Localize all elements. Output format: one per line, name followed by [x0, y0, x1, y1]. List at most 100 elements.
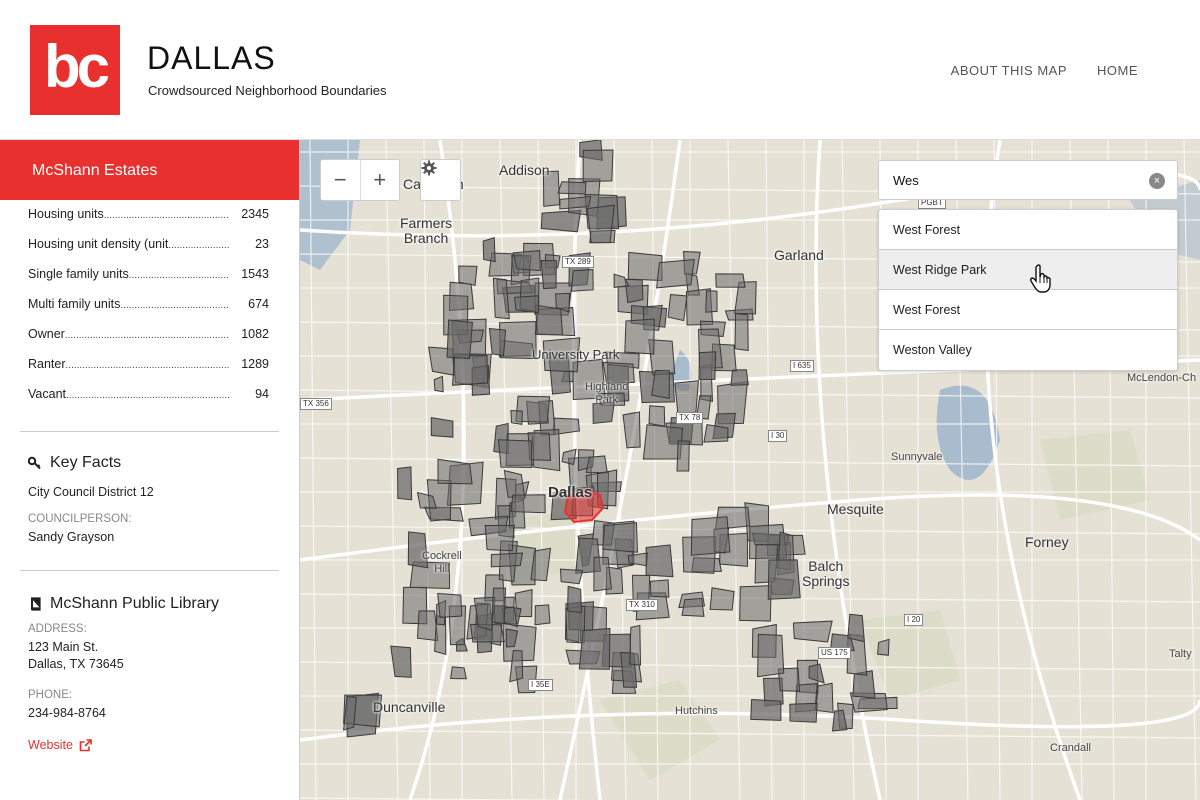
neighborhood-polygon[interactable] [648, 405, 666, 427]
neighborhood-polygon[interactable] [497, 439, 533, 468]
neighborhood-polygon[interactable] [815, 682, 834, 714]
neighborhood-polygon[interactable] [593, 556, 613, 592]
neighborhood-polygon[interactable] [437, 592, 463, 618]
road-shield: I 35E [528, 679, 553, 691]
nav-about-link[interactable]: ABOUT THIS MAP [951, 63, 1067, 78]
website-link[interactable]: Website [28, 738, 92, 752]
stat-value: 2345 [241, 207, 269, 221]
search-suggestions: West Forest West Ridge Park West Forest … [878, 209, 1178, 371]
neighborhood-polygon[interactable] [645, 544, 674, 578]
neighborhood-polygon[interactable] [534, 604, 551, 626]
phone-number: 234-984-8764 [28, 706, 106, 720]
neighborhood-polygon[interactable] [709, 587, 735, 611]
neighborhood-polygon[interactable] [667, 293, 688, 322]
neighborhood-polygon[interactable] [582, 149, 614, 182]
suggestion-label: West Ridge Park [893, 263, 987, 277]
neighborhood-polygon[interactable] [792, 620, 833, 643]
neighborhood-polygon[interactable] [789, 702, 818, 723]
search-box: × [878, 160, 1178, 200]
neighborhood-polygon[interactable] [847, 613, 865, 643]
neighborhood-polygon[interactable] [446, 319, 473, 360]
key-facts-label: Key Facts [50, 454, 122, 471]
map-canvas[interactable]: Addison Carrollton Farmers Branch Garlan… [300, 140, 1200, 800]
logo[interactable]: bc [30, 25, 120, 115]
neighborhood-polygon[interactable] [488, 327, 507, 357]
neighborhood-polygon[interactable] [624, 318, 655, 355]
stats-list: Housing units 2345 Housing unit density (… [0, 200, 299, 417]
neighborhood-polygon[interactable] [430, 417, 454, 438]
neighborhood-polygon[interactable] [703, 424, 729, 443]
neighborhood-polygon[interactable] [540, 259, 557, 290]
clear-circle-icon[interactable]: × [1149, 173, 1165, 189]
neighborhood-polygon[interactable] [681, 597, 705, 617]
neighborhood-polygon[interactable] [730, 369, 749, 386]
map-label-duncanville: Duncanville [373, 699, 446, 715]
stat-row: Housing units 2345 [28, 207, 269, 237]
neighborhood-polygon[interactable] [559, 568, 584, 585]
neighborhood-polygon[interactable] [397, 466, 413, 501]
library-section: McShann Public Library ADDRESS: 123 Main… [0, 571, 299, 754]
zoom-in-button[interactable]: + [361, 160, 400, 200]
neighborhood-polygon[interactable] [586, 204, 615, 244]
stat-row: Multi family units 674 [28, 297, 269, 327]
neighborhood-polygon[interactable] [482, 236, 496, 263]
neighborhood-polygon[interactable] [557, 181, 587, 195]
suggestion-item[interactable]: Weston Valley [879, 330, 1177, 370]
stat-label: Housing unit density (unit [28, 237, 169, 251]
suggestion-item[interactable]: West Forest [879, 210, 1177, 250]
neighborhood-polygon[interactable] [757, 633, 785, 678]
stat-value: 23 [255, 237, 269, 251]
neighborhood-polygon[interactable] [534, 304, 564, 336]
neighborhood-polygon[interactable] [433, 375, 444, 393]
neighborhood-polygon[interactable] [491, 587, 506, 625]
search-input[interactable] [879, 161, 1129, 199]
road-shield: TX 289 [562, 256, 594, 268]
neighborhood-polygon[interactable] [739, 585, 772, 622]
neighborhood-polygon[interactable] [656, 258, 695, 289]
top-nav: ABOUT THIS MAP HOME [951, 63, 1138, 78]
neighborhood-polygon[interactable] [602, 522, 638, 553]
neighborhood-polygon[interactable] [674, 380, 700, 414]
settings-button[interactable] [420, 159, 461, 201]
neighborhood-polygon[interactable] [490, 552, 524, 568]
neighborhood-polygon[interactable] [750, 698, 782, 721]
neighborhood-polygon[interactable] [585, 455, 608, 474]
neighborhood-polygon[interactable] [698, 351, 717, 380]
neighborhood-polygon[interactable] [514, 295, 539, 314]
suggestion-item-hovered[interactable]: West Ridge Park [879, 250, 1177, 293]
stat-value: 1289 [241, 357, 269, 371]
neighborhood-polygon[interactable] [578, 627, 611, 670]
neighborhood-polygon[interactable] [416, 610, 439, 642]
neighborhood-polygon[interactable] [676, 440, 690, 472]
neighborhood-polygon[interactable] [510, 494, 546, 514]
neighborhood-polygon[interactable] [510, 409, 523, 425]
neighborhood-polygon[interactable] [484, 524, 515, 552]
neighborhood-polygon[interactable] [642, 424, 684, 460]
map-label-crandall: Crandall [1050, 742, 1091, 754]
neighborhood-polygon[interactable] [570, 269, 594, 292]
neighborhood-polygon[interactable] [450, 666, 467, 680]
neighborhood-polygon[interactable] [458, 265, 478, 286]
neighborhood-polygon[interactable] [512, 250, 541, 272]
stat-value: 674 [248, 297, 269, 311]
stat-label: Single family units [28, 267, 129, 281]
neighborhood-polygon[interactable] [734, 312, 749, 352]
neighborhood-polygon[interactable] [649, 579, 670, 598]
neighborhood-polygon[interactable] [503, 469, 526, 498]
neighborhood-polygon[interactable] [451, 354, 489, 386]
suggestion-item[interactable]: West Forest [879, 290, 1177, 330]
neighborhood-polygon[interactable] [627, 251, 663, 282]
gear-icon [421, 160, 437, 176]
neighborhood-polygon[interactable] [705, 290, 718, 313]
neighborhood-polygon[interactable] [767, 559, 801, 600]
neighborhood-polygon[interactable] [629, 624, 642, 666]
stat-leader [66, 390, 229, 401]
neighborhood-polygon[interactable] [492, 277, 510, 320]
stat-row: Vacant 94 [28, 387, 269, 417]
neighborhood-polygon[interactable] [567, 585, 582, 614]
neighborhood-polygon[interactable] [690, 516, 731, 556]
neighborhood-polygon[interactable] [715, 273, 746, 288]
zoom-out-button[interactable]: − [321, 160, 361, 200]
nav-home-link[interactable]: HOME [1097, 63, 1138, 78]
neighborhood-polygon[interactable] [651, 370, 670, 400]
